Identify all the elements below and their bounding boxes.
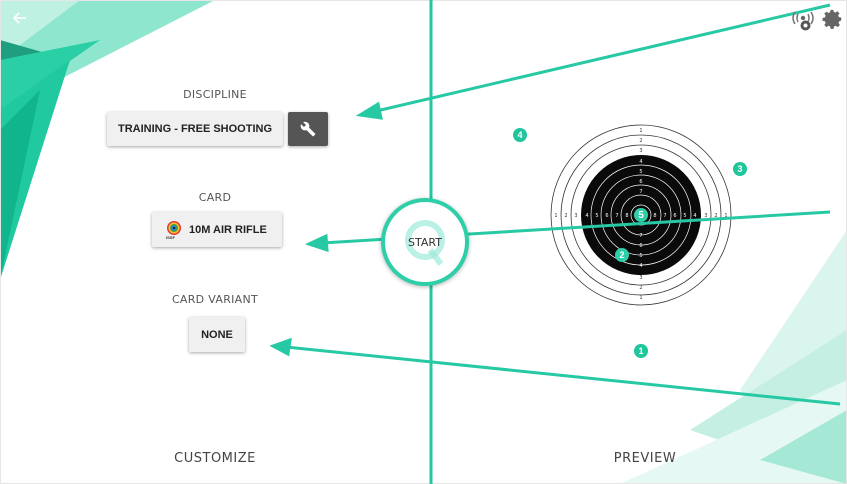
svg-text:4: 4 <box>585 213 588 219</box>
svg-text:6: 6 <box>673 213 676 219</box>
svg-text:4: 4 <box>693 213 696 219</box>
svg-text:3: 3 <box>639 275 642 281</box>
issf-logo-icon: ISSF <box>166 220 182 240</box>
card-label: CARD <box>198 191 232 204</box>
svg-text:3: 3 <box>639 148 642 154</box>
shot-marker: 1 <box>634 344 648 358</box>
discipline-select-button[interactable]: TRAINING - FREE SHOOTING <box>107 112 283 146</box>
shot-marker: 5 <box>634 208 648 222</box>
svg-text:7: 7 <box>639 233 642 239</box>
svg-text:8: 8 <box>653 213 656 219</box>
shot-marker: 4 <box>513 128 527 142</box>
shot-marker: 2 <box>615 248 629 262</box>
card-variant-select-button[interactable]: NONE <box>189 317 245 352</box>
svg-text:5: 5 <box>639 253 642 259</box>
svg-text:1: 1 <box>639 295 642 301</box>
start-label: START <box>408 235 442 249</box>
svg-text:1: 1 <box>554 213 557 219</box>
svg-text:2: 2 <box>639 285 642 291</box>
svg-text:5: 5 <box>595 213 598 219</box>
sensor-button[interactable] <box>790 8 816 32</box>
sensor-signal-icon <box>792 11 814 31</box>
svg-text:7: 7 <box>615 213 618 219</box>
discipline-label: DISCIPLINE <box>183 88 247 101</box>
svg-text:4: 4 <box>639 159 642 165</box>
preview-footer-label: PREVIEW <box>613 451 677 466</box>
svg-text:8: 8 <box>625 213 628 219</box>
svg-text:5: 5 <box>683 213 686 219</box>
svg-text:7: 7 <box>639 189 642 195</box>
svg-text:4: 4 <box>639 263 642 269</box>
svg-text:3: 3 <box>574 213 577 219</box>
svg-text:6: 6 <box>639 179 642 185</box>
svg-text:2: 2 <box>564 213 567 219</box>
svg-text:2: 2 <box>639 138 642 144</box>
discipline-settings-button[interactable] <box>288 112 328 146</box>
card-select-button[interactable]: ISSF 10M AIR RIFLE <box>152 212 282 247</box>
card-value: 10M AIR RIFLE <box>189 223 267 236</box>
shot-marker: 3 <box>733 162 747 176</box>
svg-text:5: 5 <box>639 169 642 175</box>
gear-icon <box>822 9 842 29</box>
svg-text:1: 1 <box>639 128 642 134</box>
settings-button[interactable] <box>822 8 844 30</box>
start-button[interactable]: START <box>381 198 469 286</box>
arrow-left-icon <box>12 12 26 24</box>
wrench-icon <box>300 121 316 137</box>
svg-text:7: 7 <box>663 213 666 219</box>
card-variant-label: CARD VARIANT <box>171 293 259 306</box>
svg-text:6: 6 <box>605 213 608 219</box>
back-button[interactable] <box>10 8 30 28</box>
svg-text:6: 6 <box>639 243 642 249</box>
customize-footer-label: CUSTOMIZE <box>174 451 256 466</box>
